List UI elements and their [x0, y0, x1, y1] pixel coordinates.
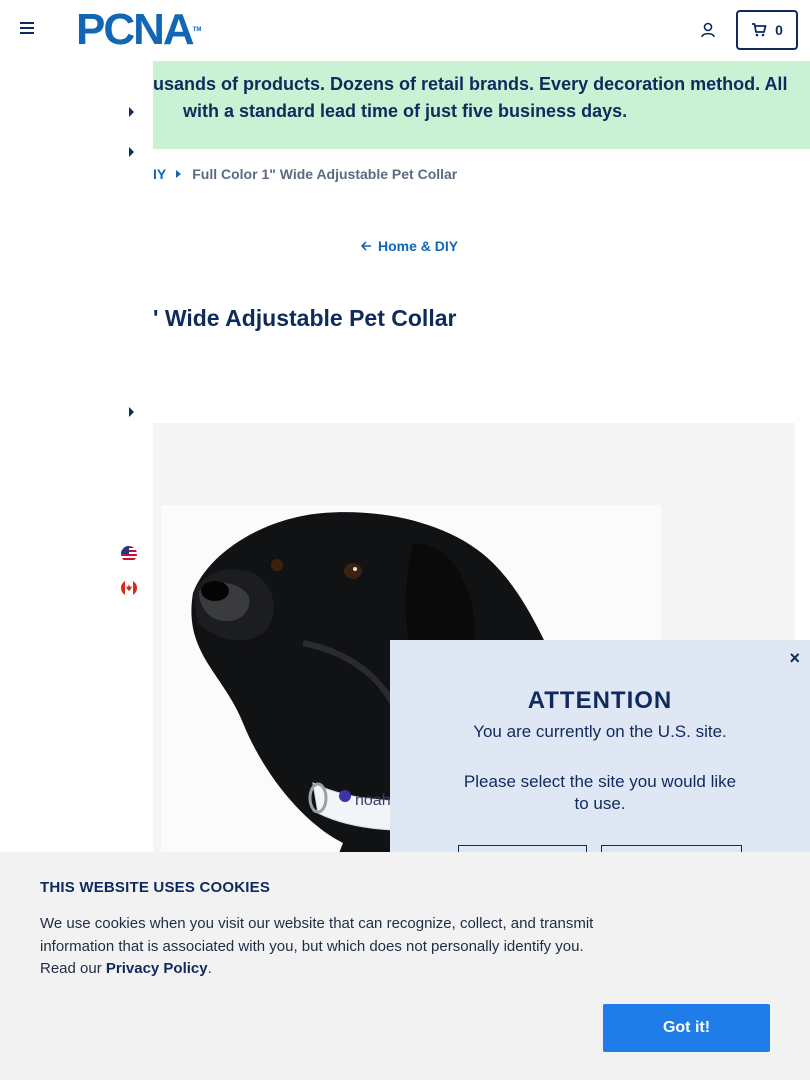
cart-icon — [752, 23, 767, 37]
breadcrumb-caret-icon — [176, 170, 182, 178]
breadcrumb: IY Full Color 1" Wide Adjustable Pet Col… — [153, 166, 457, 182]
product-title: ' Wide Adjustable Pet Collar — [153, 305, 457, 331]
page: PCNATM 0 usands of products. Dozens of r… — [0, 0, 810, 1080]
caret-right-icon[interactable] — [128, 406, 136, 418]
account-icon[interactable] — [699, 21, 717, 39]
cookie-title: THIS WEBSITE USES COOKIES — [40, 879, 271, 896]
arrow-left-icon — [361, 241, 371, 251]
caret-right-icon[interactable] — [128, 146, 136, 158]
cart-count: 0 — [775, 22, 783, 38]
accept-cookies-button[interactable]: Got it! — [603, 1004, 770, 1052]
collar-imprint-text: noah — [355, 792, 391, 809]
caret-right-icon[interactable] — [128, 106, 136, 118]
canada-flag-icon[interactable] — [121, 580, 137, 596]
back-to-category-link[interactable]: Home & DIY — [361, 238, 458, 254]
modal-close-button[interactable]: × — [789, 648, 800, 669]
breadcrumb-current: Full Color 1" Wide Adjustable Pet Collar — [192, 166, 458, 182]
menu-icon[interactable] — [20, 22, 36, 38]
back-link-label: Home & DIY — [378, 238, 459, 254]
breadcrumb-parent-link[interactable]: IY — [153, 166, 166, 182]
promo-banner-line-2: with a standard lead time of just five b… — [183, 101, 628, 121]
cart-button[interactable]: 0 — [736, 10, 798, 50]
promo-banner-line-1: usands of products. Dozens of retail bra… — [153, 74, 788, 94]
promo-banner: usands of products. Dozens of retail bra… — [153, 61, 810, 149]
cookie-banner: THIS WEBSITE USES COOKIES We use cookies… — [0, 852, 810, 1080]
modal-select-text: Please select the site you would like to… — [463, 772, 737, 813]
modal-title: ATTENTION — [527, 687, 673, 714]
cookie-text-end: . — [207, 960, 212, 977]
privacy-policy-link[interactable]: Privacy Policy — [106, 960, 208, 977]
modal-current-site-text: You are currently on the U.S. site. — [473, 722, 727, 741]
cookie-text: We use cookies when you visit our websit… — [40, 913, 610, 981]
us-flag-icon[interactable] — [121, 546, 137, 562]
pcna-logo[interactable]: PCNATM — [76, 8, 202, 52]
site-header: PCNATM 0 — [0, 0, 810, 61]
logo-trademark: TM — [192, 27, 202, 33]
site-select-modal: × ATTENTION You are currently on the U.S… — [390, 640, 810, 865]
logo-text: PCNA — [76, 5, 195, 54]
